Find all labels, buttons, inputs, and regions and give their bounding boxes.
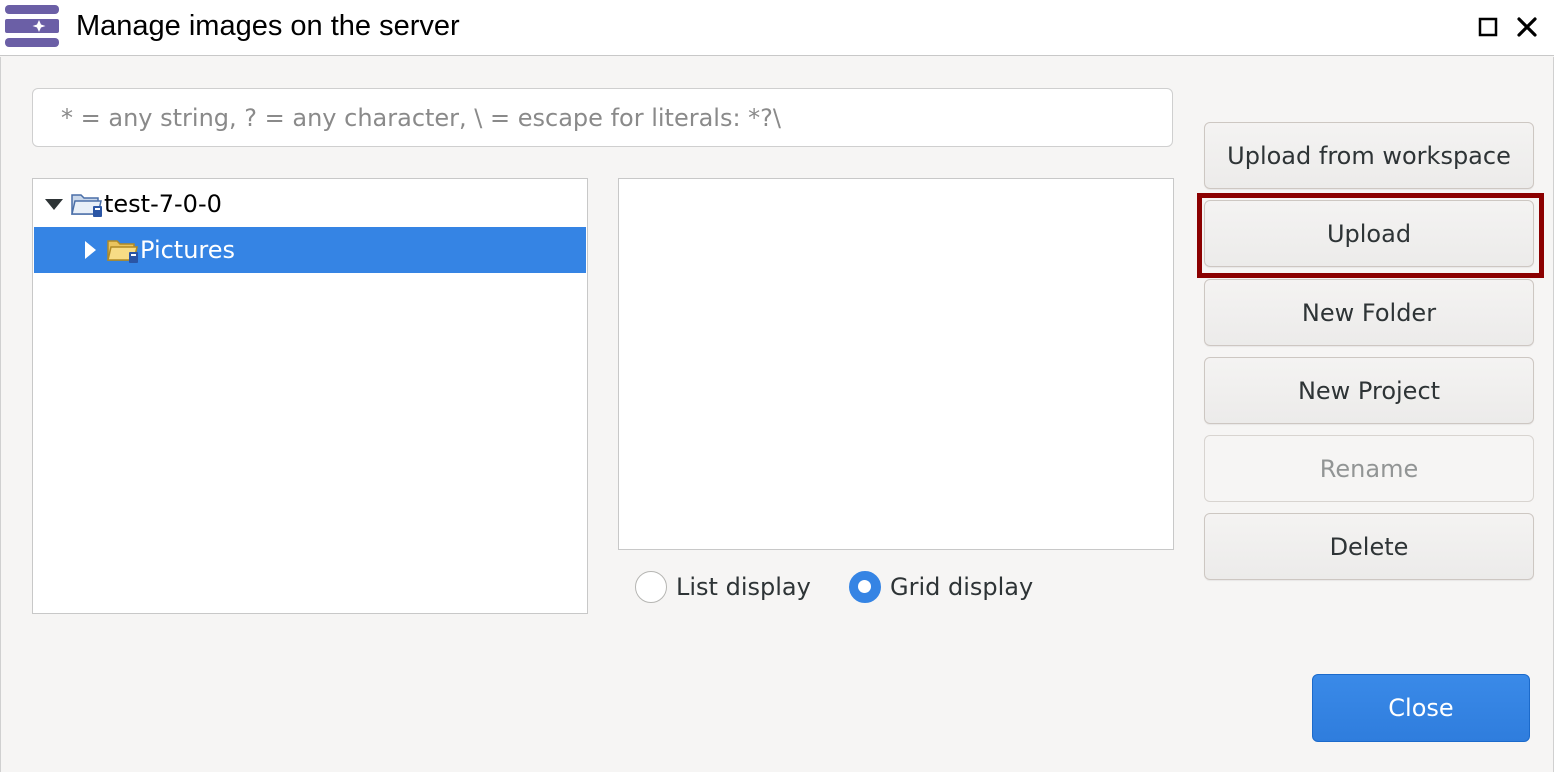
chevron-down-icon: [45, 199, 63, 210]
radio-label: List display: [676, 573, 811, 601]
upload-button[interactable]: Upload: [1204, 200, 1534, 267]
expand-toggle[interactable]: [79, 239, 101, 261]
maximize-button[interactable]: [1473, 12, 1503, 42]
radio-label: Grid display: [890, 573, 1034, 601]
maximize-icon: [1478, 17, 1498, 37]
filter-input[interactable]: [32, 88, 1173, 147]
window-title: Manage images on the server: [76, 10, 460, 42]
folder-tree[interactable]: test-7-0-0 Pictures: [32, 178, 588, 614]
list-display-radio[interactable]: List display: [635, 567, 811, 607]
grid-display-radio[interactable]: Grid display: [849, 567, 1033, 607]
delete-button[interactable]: Delete: [1204, 513, 1534, 580]
project-folder-icon: [71, 194, 102, 217]
radio-checked-icon: [849, 571, 881, 603]
radio-unchecked-icon: [635, 571, 667, 603]
close-button[interactable]: Close: [1312, 674, 1530, 742]
tree-item-label: test-7-0-0: [104, 190, 222, 218]
new-folder-button[interactable]: New Folder: [1204, 279, 1534, 346]
chevron-right-icon: [85, 241, 96, 259]
rename-button[interactable]: Rename: [1204, 435, 1534, 502]
title-bar: Manage images on the server: [0, 0, 1554, 56]
app-logo-icon: [5, 5, 59, 47]
tree-item-pictures[interactable]: Pictures: [34, 227, 586, 273]
close-icon: [1517, 17, 1537, 37]
tree-item-label: Pictures: [140, 236, 236, 264]
upload-from-workspace-button[interactable]: Upload from workspace: [1204, 122, 1534, 189]
expand-toggle[interactable]: [43, 193, 65, 215]
folder-icon: [107, 240, 138, 263]
close-window-button[interactable]: [1512, 12, 1542, 42]
image-preview-area[interactable]: [618, 178, 1174, 550]
new-project-button[interactable]: New Project: [1204, 357, 1534, 424]
tree-item-root[interactable]: test-7-0-0: [34, 181, 586, 227]
